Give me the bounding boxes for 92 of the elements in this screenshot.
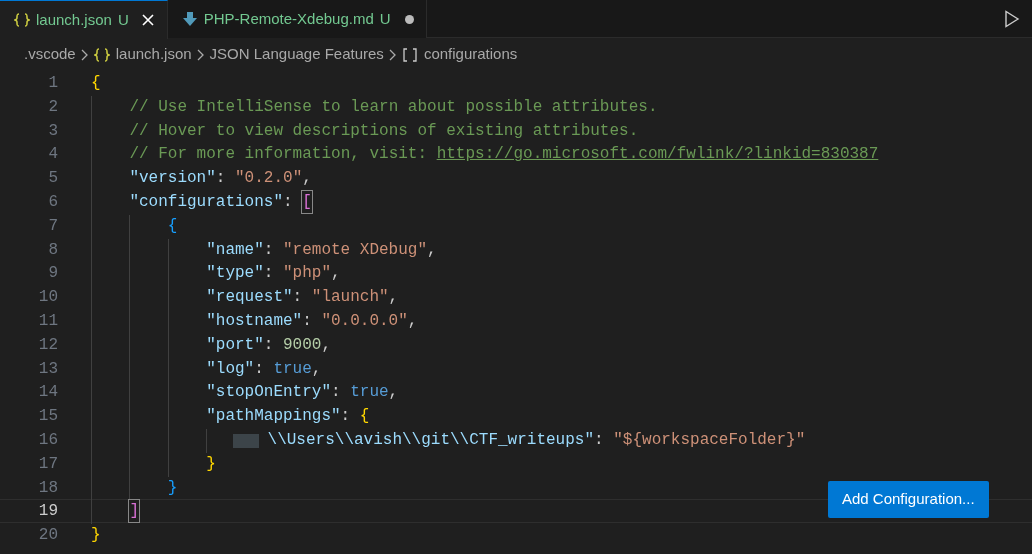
punctuation: ,: [427, 239, 437, 261]
untracked-status: U: [379, 8, 391, 29]
punctuation: ,: [302, 168, 312, 189]
line-number: 5: [47, 168, 58, 189]
punctuation: :: [302, 310, 313, 332]
line-number: 3: [47, 120, 58, 142]
brackets-icon: [401, 47, 418, 62]
boolean-value: true: [350, 382, 389, 404]
string-value: "remote XDebug": [283, 239, 427, 261]
json-key: "request": [206, 286, 293, 308]
line-number: 20: [37, 525, 58, 546]
punctuation: :: [263, 239, 275, 261]
punctuation: :: [215, 168, 227, 189]
json-key: "version": [129, 167, 216, 189]
breadcrumb-item[interactable]: configurations: [423, 43, 518, 66]
line-number: 4: [47, 144, 58, 166]
punctuation: :: [254, 358, 265, 380]
string-value: "0.2.0": [235, 168, 303, 189]
punctuation: ,: [321, 334, 331, 356]
line-number: 2: [47, 96, 58, 118]
line-number: 8: [47, 239, 58, 261]
punctuation: ,: [311, 358, 322, 380]
breadcrumb-item[interactable]: .vscode: [24, 43, 76, 66]
string-value: "0.0.0.0": [321, 310, 408, 332]
line-number: 6: [47, 192, 58, 213]
line-number: 11: [37, 310, 58, 332]
json-key: "port": [206, 333, 264, 356]
json-key: \\Users\\avish\\git\\CTF_writeups": [267, 428, 594, 451]
punctuation: :: [594, 429, 605, 451]
chevron-icon: [196, 48, 205, 61]
json-key: "type": [206, 262, 264, 285]
punctuation: :: [283, 192, 294, 213]
line-number: 7: [47, 215, 58, 237]
chevron-icon: [80, 48, 89, 61]
add-configuration-button[interactable]: Add Configuration...: [828, 481, 989, 518]
tab-label: PHP-Remote-Xdebug.md: [203, 8, 374, 29]
breadcrumb-item[interactable]: JSON Language Features: [209, 43, 384, 66]
line-number: 15: [37, 406, 58, 427]
number-value: 9000: [283, 334, 322, 356]
close-icon[interactable]: [140, 13, 155, 27]
bracket: }: [91, 525, 101, 546]
line-number: 16: [37, 429, 58, 451]
braces-icon: [93, 47, 110, 62]
punctuation: :: [263, 263, 275, 285]
bracket: {: [91, 73, 101, 94]
punctuation: ,: [331, 263, 341, 285]
chevron-icon: [388, 48, 397, 61]
json-key: "configurations": [129, 191, 283, 213]
comment-link[interactable]: https://go.microsoft.com/fwlink/?linkid=830387: [436, 143, 879, 166]
line-number: 10: [37, 287, 58, 308]
bracket: {: [167, 215, 178, 237]
editor-tab[interactable]: PHP-Remote-Xdebug.md U: [167, 0, 427, 38]
line-number: 19: [37, 501, 58, 523]
code-comment: // Use IntelliSense to learn about possible attributes.: [129, 96, 658, 118]
punctuation: :: [292, 287, 304, 308]
punctuation: ,: [388, 382, 399, 404]
bracket: {: [359, 406, 370, 427]
bracket: }: [206, 453, 216, 475]
line-number: 12: [37, 334, 58, 356]
json-key: "stopOnEntry": [206, 381, 331, 404]
line-number: 14: [37, 382, 58, 404]
punctuation: :: [263, 334, 275, 356]
line-number: 13: [37, 358, 58, 380]
run-icon[interactable]: [1004, 9, 1020, 28]
boolean-value: true: [273, 358, 312, 380]
code-comment: // Hover to view descriptions of existing attributes.: [129, 120, 639, 142]
bracket: [: [302, 191, 312, 213]
editor-tab[interactable]: launch.json U: [0, 0, 168, 39]
json-key: "pathMappings": [206, 405, 341, 427]
string-value: "launch": [311, 287, 389, 308]
json-key: "name": [206, 238, 264, 261]
string-value: "${workspaceFolder}": [613, 429, 806, 451]
punctuation: ,: [407, 310, 418, 332]
tab-label: launch.json: [36, 9, 112, 30]
line-number: 18: [37, 477, 58, 499]
punctuation: ,: [388, 287, 399, 308]
line-number: 1: [47, 73, 58, 94]
json-key: "log": [206, 357, 255, 380]
punctuation: :: [331, 382, 342, 404]
down-arrow-icon: [181, 12, 198, 26]
untracked-status: U: [117, 9, 129, 30]
line-number: 17: [37, 453, 58, 475]
bracket: ]: [129, 500, 139, 523]
punctuation: :: [340, 406, 352, 427]
line-number: 9: [47, 263, 58, 285]
redacted-block: [232, 433, 259, 448]
code-comment: // For more information, visit:: [129, 144, 429, 166]
string-value: "php": [283, 263, 331, 285]
json-key: "hostname": [206, 309, 303, 332]
braces-icon: [14, 13, 30, 27]
bracket: }: [167, 477, 178, 499]
breadcrumb-item[interactable]: launch.json: [115, 43, 192, 66]
